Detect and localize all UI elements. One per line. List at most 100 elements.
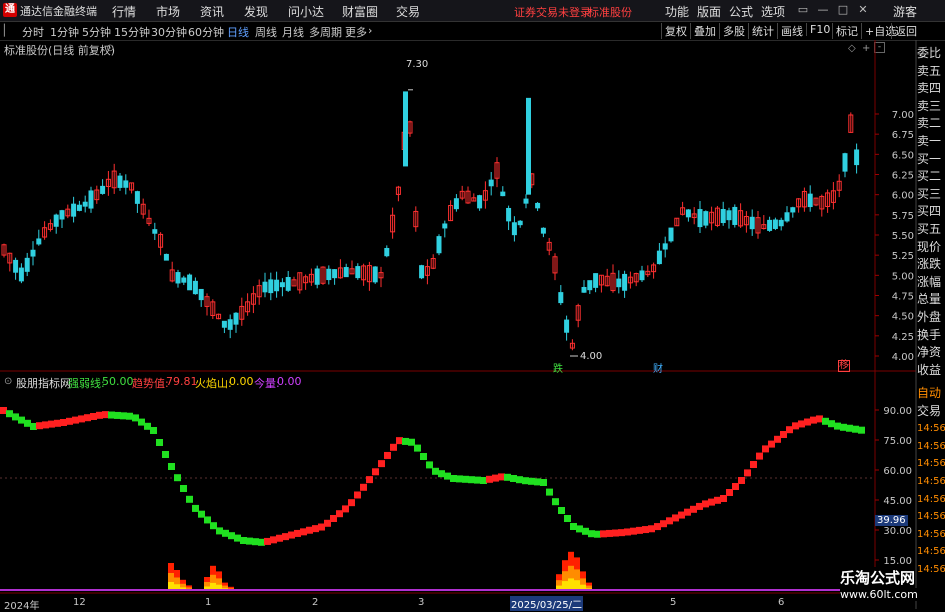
- candle-body: [726, 210, 732, 221]
- indicator-step: [384, 451, 391, 459]
- side-item-sell3[interactable]: 卖三: [917, 98, 945, 116]
- indicator-step: [276, 534, 283, 542]
- side-trade[interactable]: 交易: [917, 403, 945, 421]
- candle-body: [523, 198, 529, 204]
- candle-body: [262, 281, 268, 293]
- indicator-name[interactable]: 股朋指标网: [16, 375, 71, 391]
- indicator-step: [774, 435, 781, 443]
- indicator-step: [396, 437, 403, 445]
- side-item-net-asset[interactable]: 净资: [917, 344, 945, 362]
- indicator-step: [24, 419, 31, 427]
- indicator-step: [726, 489, 733, 496]
- indicator-settings-icon[interactable]: ⊙: [4, 376, 12, 387]
- indicator-step: [714, 496, 721, 504]
- event-marker-fall[interactable]: 跌: [553, 360, 563, 375]
- y-tick-label: 6.75: [892, 130, 914, 141]
- side-item-change-pct[interactable]: 涨幅: [917, 274, 945, 292]
- indicator-step: [606, 529, 613, 537]
- indicator-step: [432, 467, 439, 475]
- candle-body: [100, 185, 106, 194]
- side-item-sell1[interactable]: 卖一: [917, 133, 945, 151]
- side-item-change[interactable]: 涨跌: [917, 256, 945, 274]
- side-item-sell2[interactable]: 卖二: [917, 115, 945, 133]
- ind-tick-label: 30.00: [883, 526, 912, 537]
- candle-body: [772, 219, 778, 229]
- x-label-1: 1: [205, 597, 212, 608]
- side-item-buy3[interactable]: 买三: [917, 186, 945, 204]
- side-auto[interactable]: 自动: [917, 385, 945, 403]
- side-time-6: 14:56: [917, 511, 945, 523]
- indicator-step: [216, 527, 223, 535]
- indicator-step: [768, 440, 775, 448]
- candle-body: [24, 257, 30, 272]
- indicator-step: [342, 505, 349, 513]
- indicator-step: [372, 468, 379, 476]
- indicator-step: [636, 526, 643, 534]
- side-item-turnover[interactable]: 换手: [917, 327, 945, 345]
- candle-body: [488, 179, 494, 187]
- indicator-step: [804, 418, 811, 426]
- indicator-step: [54, 419, 61, 427]
- indicator-step: [486, 475, 493, 483]
- indicator-step: [336, 510, 343, 518]
- indicator-step: [180, 485, 187, 492]
- indicator-step: [648, 525, 655, 533]
- side-item-buy4[interactable]: 买四: [917, 203, 945, 221]
- indicator-step: [366, 476, 373, 484]
- low-price-marker: 4.00: [580, 351, 603, 362]
- side-item-price[interactable]: 现价: [917, 239, 945, 257]
- side-item-sell5[interactable]: 卖五: [917, 63, 945, 81]
- indicator-step: [852, 425, 859, 433]
- indicator-step: [492, 474, 499, 482]
- candle-body: [59, 210, 65, 220]
- high-price-marker: 7.30: [406, 59, 429, 70]
- indicator-step: [156, 439, 163, 446]
- side-item-sell4[interactable]: 卖四: [917, 80, 945, 98]
- indicator-step: [174, 474, 181, 482]
- indicator-step: [282, 533, 289, 541]
- candle-body: [535, 202, 541, 209]
- candle-body: [807, 193, 813, 208]
- candle-body: [152, 229, 158, 234]
- side-item-earnings[interactable]: 收益: [917, 362, 945, 380]
- event-marker-finance[interactable]: 财: [653, 360, 663, 375]
- indicator-step: [498, 473, 505, 481]
- side-item-volume[interactable]: 总量: [917, 291, 945, 309]
- indicator-step: [612, 529, 619, 537]
- indicator-step: [360, 483, 367, 491]
- candle-body: [192, 280, 198, 295]
- indicator-step: [834, 422, 841, 430]
- candle-body: [506, 207, 512, 222]
- side-item-buy5[interactable]: 买五: [917, 221, 945, 239]
- indicator-step: [630, 527, 637, 535]
- event-marker-move[interactable]: 移: [838, 360, 850, 372]
- candle-body: [477, 195, 483, 209]
- ind-fire-value: 0.00: [229, 375, 254, 388]
- indicator-step: [6, 410, 13, 418]
- chart-grid: [0, 40, 917, 609]
- candle-body: [82, 201, 88, 207]
- indicator-step: [414, 444, 421, 452]
- side-time-8: 14:56: [917, 546, 945, 558]
- indicator-step: [402, 437, 409, 445]
- indicator-step: [558, 507, 565, 514]
- indicator-step: [780, 431, 787, 438]
- ind-tick-label: 75.00: [883, 436, 912, 447]
- indicator-step: [456, 475, 463, 483]
- ind-trend-label: 趋势值:: [132, 377, 169, 390]
- indicator-step: [222, 529, 229, 537]
- side-item-outer[interactable]: 外盘: [917, 309, 945, 327]
- side-item-weibi[interactable]: 委比: [917, 45, 945, 63]
- side-item-buy2[interactable]: 买二: [917, 168, 945, 186]
- indicator-step: [294, 529, 301, 537]
- ind-tick-label: 60.00: [883, 466, 912, 477]
- indicator-step: [660, 520, 667, 528]
- ind-fire-label: 火焰山:: [195, 377, 232, 390]
- indicator-step: [330, 515, 337, 522]
- indicator-step: [42, 421, 49, 429]
- side-item-buy1[interactable]: 买一: [917, 151, 945, 169]
- indicator-step: [624, 528, 631, 536]
- candle-body: [332, 269, 338, 279]
- indicator-step: [306, 526, 313, 534]
- indicator-step: [390, 443, 397, 451]
